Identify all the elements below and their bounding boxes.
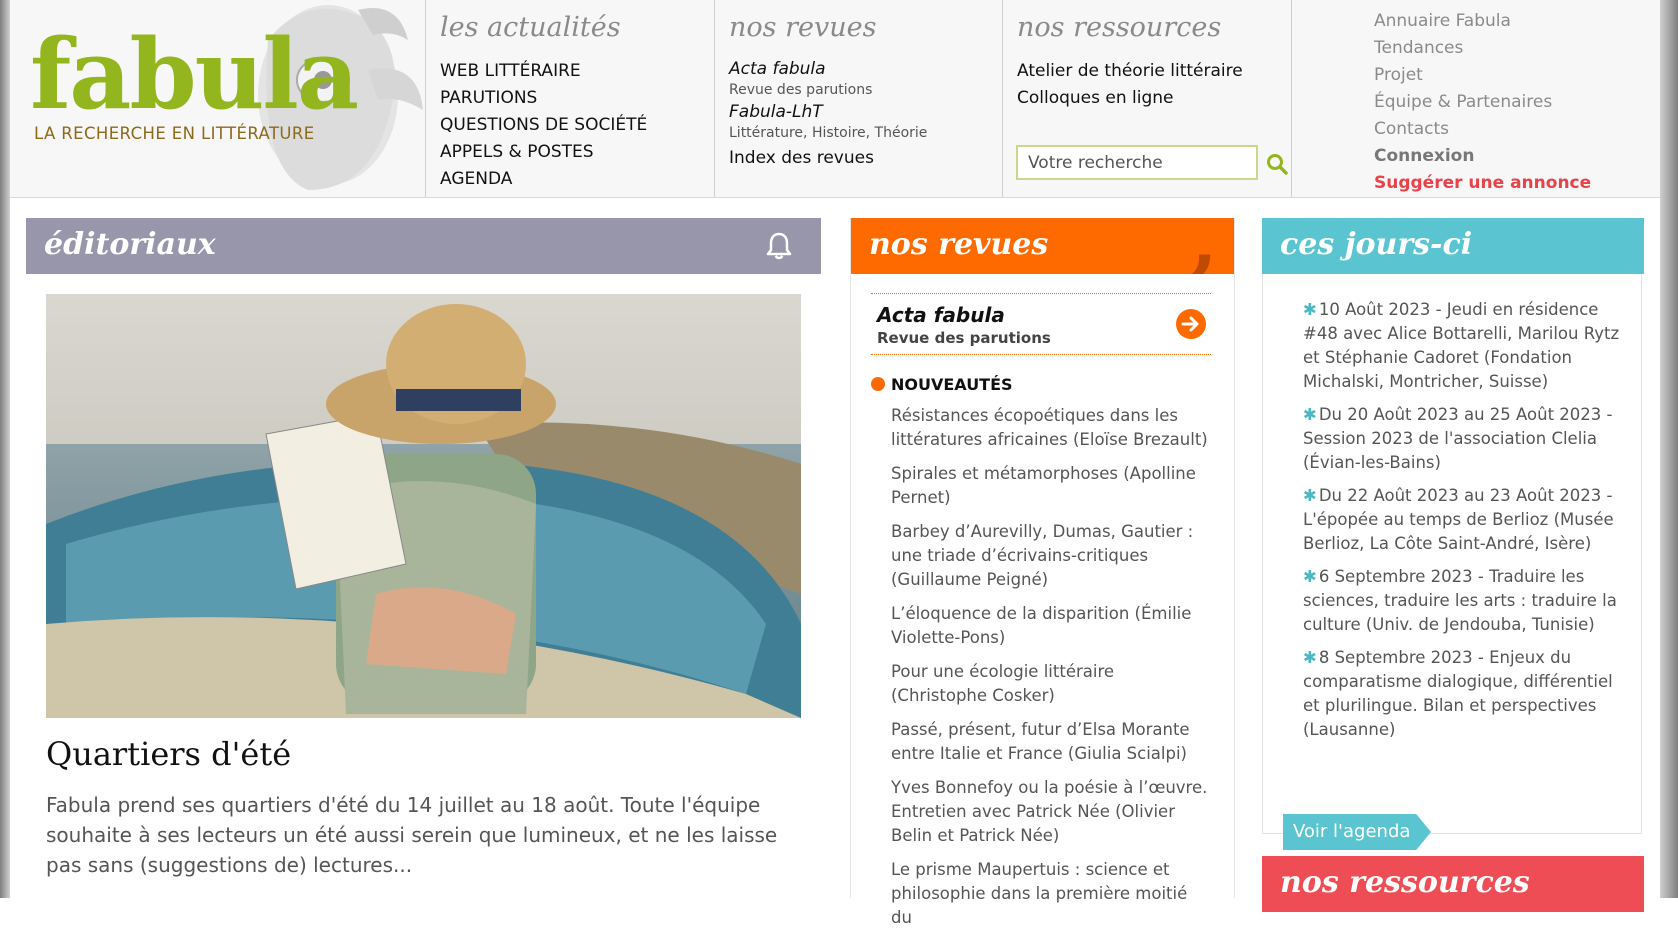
nav-link-questions-societe[interactable]: QUESTIONS DE SOCIÉTÉ (440, 115, 647, 135)
nav-ressources: nos ressources Atelier de théorie littér… (1002, 0, 1292, 197)
nav-revues-heading: nos revues (729, 12, 877, 43)
site-header: fabula LA RECHERCHE EN LITTÉRATURE les a… (10, 0, 1660, 198)
suggest-announcement-link[interactable]: Suggérer une annonce (1374, 173, 1591, 193)
comma-decoration: , (1190, 218, 1218, 274)
ressources-heading: nos ressources (1280, 865, 1530, 900)
nav-link-acta-fabula[interactable]: Acta fabula Revue des parutions (729, 58, 927, 101)
nouveaute-item[interactable]: Spirales et métamorphoses (Apolline Pern… (891, 464, 1196, 507)
asterisk-icon: ✱ (1303, 567, 1317, 586)
jours-section: ces jours-ci ✱ 10 Août 2023 - Jeudi en ré… (1262, 218, 1644, 850)
bell-icon[interactable] (763, 230, 795, 262)
nouveautes-label: NOUVEAUTÉS (871, 375, 1013, 394)
editorial-photo[interactable] (46, 294, 801, 718)
event-item[interactable]: ✱ Du 20 Août 2023 au 25 Août 2023 - Sessi… (1303, 403, 1621, 475)
asterisk-icon: ✱ (1303, 300, 1317, 319)
search-input[interactable] (1016, 145, 1258, 180)
editorial-text: Fabula prend ses quartiers d'été du 14 j… (46, 793, 778, 877)
nav-link-fabula-lht[interactable]: Fabula-LhT Littérature, Histoire, Théori… (729, 101, 927, 144)
acta-fabula-title: Acta fabula (729, 59, 826, 79)
nav-link-appels-postes[interactable]: APPELS & POSTES (440, 142, 594, 162)
jours-header-bar: ces jours-ci (1262, 218, 1644, 274)
acta-fabula-subtitle: Revue des parutions (729, 82, 873, 98)
revues-header-bar: nos revues , (851, 218, 1234, 274)
nouveaute-item[interactable]: Résistances écopoétiques dans les littér… (891, 406, 1208, 449)
nouveautes-list: Résistances écopoétiques dans les littér… (891, 404, 1211, 940)
voir-agenda-button[interactable]: Voir l'agenda (1283, 814, 1431, 850)
asterisk-icon: ✱ (1303, 648, 1317, 667)
nav-actualites-heading: les actualités (440, 12, 621, 43)
arrow-right-circle-icon[interactable] (1175, 308, 1207, 340)
asterisk-icon: ✱ (1303, 486, 1317, 505)
nav-actualites: les actualités WEB LITTÉRAIRE PARUTIONS … (425, 0, 715, 197)
nav-link-parutions[interactable]: PARUTIONS (440, 88, 537, 108)
nouveaute-item[interactable]: Barbey d’Aurevilly, Dumas, Gautier : une… (891, 522, 1193, 589)
nav-link-atelier-theorie[interactable]: Atelier de théorie littéraire (1017, 61, 1243, 81)
asterisk-icon: ✱ (1303, 405, 1317, 424)
nav-link-index-revues[interactable]: Index des revues (729, 144, 927, 172)
logo-tagline: LA RECHERCHE EN LITTÉRATURE (34, 124, 315, 143)
nav-revues: nos revues Acta fabula Revue des parutio… (714, 0, 1003, 197)
event-item[interactable]: ✱ 10 Août 2023 - Jeudi en résidence #48 a… (1303, 298, 1621, 394)
event-item[interactable]: ✱ Du 22 Août 2023 au 23 Août 2023 - L'épo… (1303, 484, 1621, 556)
event-item[interactable]: ✱ 8 Septembre 2023 - Enjeux du comparatis… (1303, 646, 1621, 742)
util-link-projet[interactable]: Projet (1374, 65, 1423, 85)
util-link-equipe[interactable]: Équipe & Partenaires (1374, 92, 1552, 112)
jours-heading: ces jours-ci (1280, 227, 1473, 262)
ressources-header-bar: nos ressources (1262, 856, 1644, 912)
events-list: ✱ 10 Août 2023 - Jeudi en résidence #48 a… (1303, 298, 1621, 751)
window-frame-left (0, 0, 10, 898)
editoriaux-heading: éditoriaux (44, 227, 216, 262)
bullet-dot-icon (871, 377, 885, 391)
fabula-lht-title: Fabula-LhT (729, 102, 823, 122)
nav-link-web-litteraire[interactable]: WEB LITTÉRAIRE (440, 61, 581, 81)
nouveaute-item[interactable]: Le prisme Maupertuis : science et philos… (891, 860, 1187, 927)
nouveaute-item[interactable]: Passé, présent, futur d’Elsa Morante ent… (891, 720, 1190, 763)
acta-fabula-feature[interactable]: Acta fabula Revue des parutions (871, 293, 1211, 355)
revues-heading: nos revues (869, 227, 1049, 262)
acta-feature-subtitle: Revue des parutions (877, 329, 1051, 347)
util-link-annuaire[interactable]: Annuaire Fabula (1374, 11, 1511, 31)
nouveaute-item[interactable]: Yves Bonnefoy ou la poésie à l’œuvre. En… (891, 778, 1207, 845)
nav-link-agenda[interactable]: AGENDA (440, 169, 512, 189)
utility-links: Annuaire Fabula Tendances Projet Équipe … (1374, 8, 1591, 197)
editoriaux-section: éditoriaux Quartiers d'été Fabula prend … (26, 218, 821, 877)
fabula-lht-subtitle: Littérature, Histoire, Théorie (729, 125, 928, 141)
editoriaux-header-bar: éditoriaux (26, 218, 821, 274)
login-link[interactable]: Connexion (1374, 146, 1474, 166)
nouveaute-item[interactable]: Pour une écologie littéraire (Christophe… (891, 662, 1114, 705)
nav-link-colloques[interactable]: Colloques en ligne (1017, 88, 1174, 108)
util-link-contacts[interactable]: Contacts (1374, 119, 1449, 139)
revues-section: nos revues , Acta fabula Revue des parut… (850, 218, 1235, 927)
acta-feature-title: Acta fabula (877, 303, 1005, 327)
event-item[interactable]: ✱ 6 Septembre 2023 - Traduire les science… (1303, 565, 1621, 637)
nouveaute-item[interactable]: L’éloquence de la disparition (Émilie Vi… (891, 604, 1191, 647)
jours-panel: ✱ 10 Août 2023 - Jeudi en résidence #48 a… (1262, 274, 1642, 850)
window-frame-right (1660, 0, 1678, 898)
nav-ressources-heading: nos ressources (1017, 12, 1222, 43)
editorial-title[interactable]: Quartiers d'été (46, 735, 291, 773)
util-link-tendances[interactable]: Tendances (1374, 38, 1463, 58)
logo-fabula[interactable]: fabula (30, 20, 359, 130)
search-icon[interactable] (1265, 152, 1289, 176)
